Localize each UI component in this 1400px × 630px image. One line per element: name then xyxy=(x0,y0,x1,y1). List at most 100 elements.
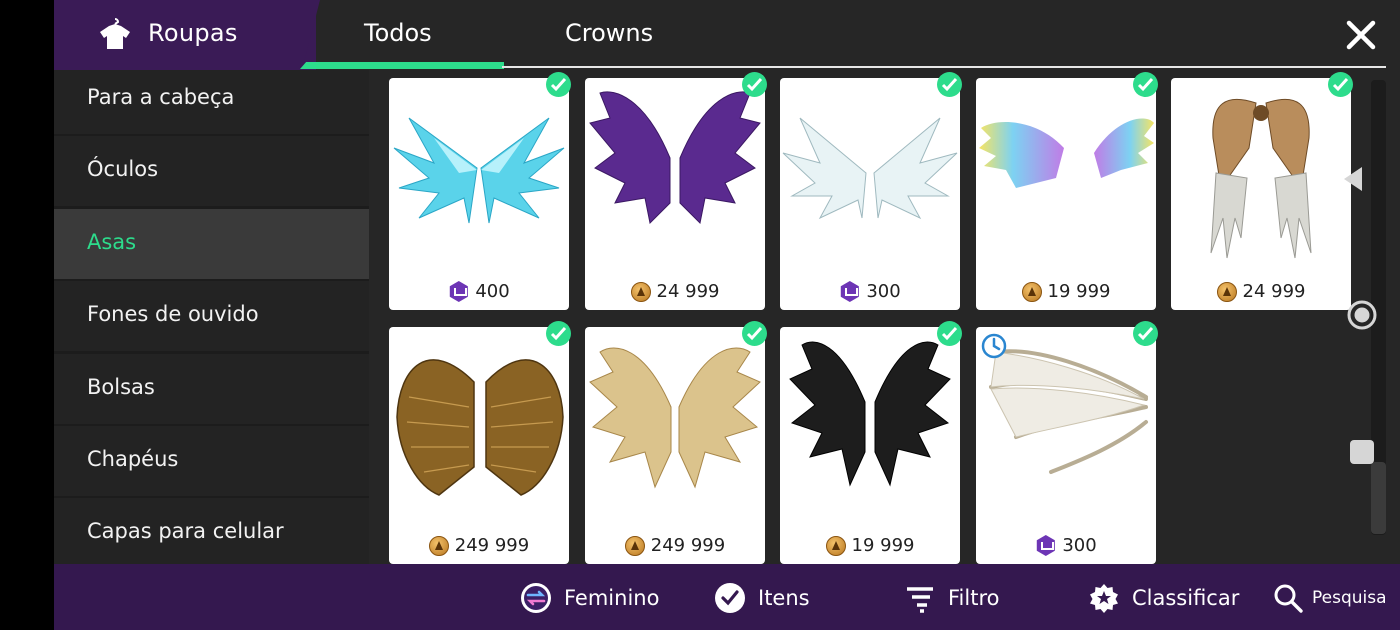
price-value: 249 999 xyxy=(454,535,530,556)
back-triangle-icon[interactable] xyxy=(1342,165,1364,193)
brand-slant xyxy=(302,0,320,70)
home-circle-icon[interactable] xyxy=(1346,299,1378,331)
price-value: 249 999 xyxy=(650,535,726,556)
item-card[interactable]: 249 999 xyxy=(389,321,571,564)
search-button[interactable]: Pesquisa xyxy=(1272,582,1387,614)
price-value: 19 999 xyxy=(1047,281,1111,302)
sidebar-item-asas[interactable]: Asas xyxy=(54,209,369,279)
coin-icon xyxy=(1021,281,1042,302)
shirt-icon xyxy=(100,18,130,49)
sidebar-item-capas-para-celular[interactable]: Capas para celular xyxy=(54,498,369,564)
recents-square-icon[interactable] xyxy=(1350,440,1374,464)
ice-blue-wings-image xyxy=(393,117,565,224)
sidebar-item-label: Fones de ouvido xyxy=(87,302,259,326)
coin-icon xyxy=(630,281,651,302)
owned-check-icon xyxy=(1133,72,1158,97)
sidebar-item-label: Asas xyxy=(87,230,137,254)
coin-icon xyxy=(1216,281,1237,302)
crown-gem-icon xyxy=(449,281,468,302)
item-card[interactable]: 300 xyxy=(976,321,1158,564)
owned-check-icon xyxy=(937,321,962,346)
owned-check-icon xyxy=(742,72,767,97)
item-price: 24 999 xyxy=(1171,281,1351,302)
clock-icon xyxy=(981,333,1007,359)
sort-button[interactable]: Classificar xyxy=(1088,582,1239,614)
owned-check-icon xyxy=(1328,72,1353,97)
active-tab-indicator xyxy=(300,62,504,69)
item-price: 249 999 xyxy=(585,535,765,556)
price-value: 19 999 xyxy=(851,535,915,556)
gender-toggle-button[interactable]: Feminino xyxy=(520,582,659,614)
owned-check-icon xyxy=(937,72,962,97)
item-card[interactable]: 400 xyxy=(389,72,571,310)
swap-gender-icon xyxy=(521,583,551,613)
crown-gem-icon xyxy=(840,281,859,302)
white-ice-wings-image xyxy=(782,117,958,220)
owned-check-icon xyxy=(1133,321,1158,346)
close-icon[interactable] xyxy=(1344,18,1378,52)
items-label: Itens xyxy=(758,586,810,610)
sidebar-item-label: Chapéus xyxy=(87,447,179,471)
owned-check-icon xyxy=(546,321,571,346)
sidebar-item-label: Capas para celular xyxy=(87,519,284,543)
sidebar-item-label: Bolsas xyxy=(87,375,155,399)
golden-wings-image xyxy=(396,359,564,496)
item-grid: 400 24 999 300 19 999 24 999 249 999 249… xyxy=(369,70,1379,564)
sort-label: Classificar xyxy=(1132,586,1240,610)
filter-icon xyxy=(907,587,933,613)
item-price: 249 999 xyxy=(389,535,569,556)
crown-gem-icon xyxy=(1036,535,1055,556)
price-value: 24 999 xyxy=(1242,281,1306,302)
item-card[interactable]: 249 999 xyxy=(585,321,767,564)
item-card[interactable]: 19 999 xyxy=(780,321,962,564)
page-title: Roupas xyxy=(148,19,238,47)
filter-button[interactable]: Filtro xyxy=(904,582,999,614)
item-price: 19 999 xyxy=(976,281,1156,302)
coin-icon xyxy=(624,535,645,556)
sidebar-item-bolsas[interactable]: Bolsas xyxy=(54,354,369,424)
item-price: 19 999 xyxy=(780,535,960,556)
filter-label: Filtro xyxy=(948,586,1000,610)
black-feather-wings-image xyxy=(789,341,951,487)
purple-feather-wings-image xyxy=(589,91,761,225)
item-price: 300 xyxy=(976,535,1156,556)
price-value: 400 xyxy=(475,281,510,302)
bottom-toolbar: Feminino Itens Filtro Classificar Pesqui… xyxy=(54,564,1400,630)
header: Roupas Todos Crowns xyxy=(54,0,1400,70)
header-divider xyxy=(502,66,1386,68)
owned-check-icon xyxy=(546,72,571,97)
category-sidebar: Para a cabeça Óculos Asas Fones de ouvid… xyxy=(54,70,369,564)
coin-icon xyxy=(428,535,449,556)
coin-icon xyxy=(825,535,846,556)
sidebar-item-para-a-cabeca[interactable]: Para a cabeça xyxy=(54,70,369,134)
item-price: 300 xyxy=(780,281,960,302)
rainbow-wings-image xyxy=(979,118,1154,188)
price-value: 300 xyxy=(866,281,901,302)
scrollbar-thumb[interactable] xyxy=(1371,462,1386,534)
price-value: 300 xyxy=(1062,535,1097,556)
sort-badge-icon xyxy=(1090,584,1118,613)
sidebar-item-fones-de-ouvido[interactable]: Fones de ouvido xyxy=(54,281,369,351)
sidebar-item-chapeus[interactable]: Chapéus xyxy=(54,426,369,496)
tab-todos[interactable]: Todos xyxy=(364,19,432,47)
sidebar-item-label: Óculos xyxy=(87,157,159,181)
check-circle-icon xyxy=(715,583,745,613)
search-label: Pesquisa xyxy=(1312,588,1387,608)
item-card[interactable]: 24 999 xyxy=(1171,72,1353,310)
item-price: 24 999 xyxy=(585,281,765,302)
items-toggle-button[interactable]: Itens xyxy=(714,582,810,614)
sidebar-item-oculos[interactable]: Óculos xyxy=(54,136,369,206)
sidebar-item-label: Para a cabeça xyxy=(87,85,235,109)
item-card[interactable]: 24 999 xyxy=(585,72,767,310)
steampunk-wings-image xyxy=(1210,98,1312,259)
beige-feather-wings-image xyxy=(589,347,761,489)
item-card[interactable]: 19 999 xyxy=(976,72,1158,310)
price-value: 24 999 xyxy=(656,281,720,302)
owned-check-icon xyxy=(742,321,767,346)
gender-label: Feminino xyxy=(564,586,660,610)
item-card[interactable]: 300 xyxy=(780,72,962,310)
wardrobe-screen: Roupas Todos Crowns Para a cabeça Óculos… xyxy=(54,0,1400,630)
search-icon xyxy=(1274,584,1303,613)
tab-crowns[interactable]: Crowns xyxy=(565,19,653,47)
item-price: 400 xyxy=(389,281,569,302)
